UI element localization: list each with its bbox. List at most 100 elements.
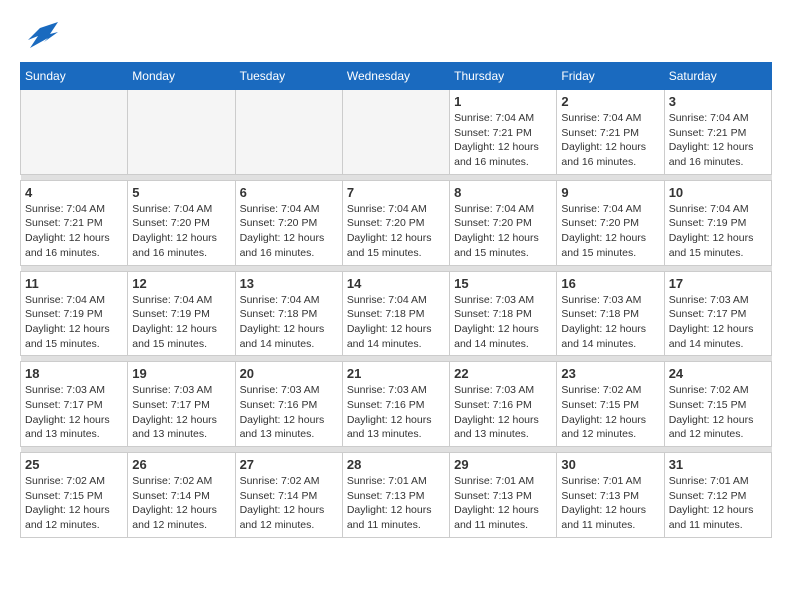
day-info: Sunrise: 7:03 AM Sunset: 7:16 PM Dayligh…: [347, 383, 445, 442]
table-row: 23 Sunrise: 7:02 AM Sunset: 7:15 PM Dayli…: [557, 362, 664, 447]
day-info: Sunrise: 7:04 AM Sunset: 7:21 PM Dayligh…: [454, 111, 552, 170]
day-number: 12: [132, 276, 230, 291]
day-number: 5: [132, 185, 230, 200]
day-info: Sunrise: 7:04 AM Sunset: 7:19 PM Dayligh…: [25, 293, 123, 352]
logo-icon: [20, 20, 62, 52]
day-number: 30: [561, 457, 659, 472]
day-info: Sunrise: 7:04 AM Sunset: 7:19 PM Dayligh…: [669, 202, 767, 261]
day-number: 14: [347, 276, 445, 291]
calendar-week-row: 25 Sunrise: 7:02 AM Sunset: 7:15 PM Dayli…: [21, 453, 772, 538]
day-info: Sunrise: 7:03 AM Sunset: 7:16 PM Dayligh…: [240, 383, 338, 442]
day-number: 1: [454, 94, 552, 109]
day-info: Sunrise: 7:04 AM Sunset: 7:21 PM Dayligh…: [669, 111, 767, 170]
table-row: [235, 90, 342, 175]
day-number: 17: [669, 276, 767, 291]
table-row: 12Sunrise: 7:04 AM Sunset: 7:19 PM Dayli…: [128, 271, 235, 356]
day-number: 18: [25, 366, 123, 381]
day-number: 29: [454, 457, 552, 472]
day-info: Sunrise: 7:04 AM Sunset: 7:20 PM Dayligh…: [561, 202, 659, 261]
table-row: 28Sunrise: 7:01 AM Sunset: 7:13 PM Dayli…: [342, 453, 449, 538]
day-number: 2: [561, 94, 659, 109]
day-number: 26: [132, 457, 230, 472]
table-row: 21 Sunrise: 7:03 AM Sunset: 7:16 PM Dayli…: [342, 362, 449, 447]
weekday-header: Tuesday: [235, 63, 342, 90]
day-info: Sunrise: 7:01 AM Sunset: 7:12 PM Dayligh…: [669, 474, 767, 533]
table-row: 1 Sunrise: 7:04 AM Sunset: 7:21 PM Daylig…: [450, 90, 557, 175]
day-info: Sunrise: 7:04 AM Sunset: 7:20 PM Dayligh…: [240, 202, 338, 261]
table-row: 24Sunrise: 7:02 AM Sunset: 7:15 PM Dayli…: [664, 362, 771, 447]
table-row: 25 Sunrise: 7:02 AM Sunset: 7:15 PM Dayli…: [21, 453, 128, 538]
calendar-header-row: SundayMondayTuesdayWednesdayThursdayFrid…: [21, 63, 772, 90]
table-row: 19 Sunrise: 7:03 AM Sunset: 7:17 PM Dayli…: [128, 362, 235, 447]
day-info: Sunrise: 7:04 AM Sunset: 7:20 PM Dayligh…: [347, 202, 445, 261]
day-number: 24: [669, 366, 767, 381]
table-row: 16 Sunrise: 7:03 AM Sunset: 7:18 PM Dayli…: [557, 271, 664, 356]
day-info: Sunrise: 7:01 AM Sunset: 7:13 PM Dayligh…: [347, 474, 445, 533]
table-row: [128, 90, 235, 175]
day-number: 6: [240, 185, 338, 200]
day-number: 19: [132, 366, 230, 381]
day-info: Sunrise: 7:03 AM Sunset: 7:18 PM Dayligh…: [561, 293, 659, 352]
day-number: 22: [454, 366, 552, 381]
day-info: Sunrise: 7:04 AM Sunset: 7:20 PM Dayligh…: [132, 202, 230, 261]
day-info: Sunrise: 7:02 AM Sunset: 7:14 PM Dayligh…: [132, 474, 230, 533]
table-row: 4 Sunrise: 7:04 AM Sunset: 7:21 PM Daylig…: [21, 180, 128, 265]
day-info: Sunrise: 7:03 AM Sunset: 7:17 PM Dayligh…: [669, 293, 767, 352]
day-number: 11: [25, 276, 123, 291]
day-number: 25: [25, 457, 123, 472]
table-row: 7 Sunrise: 7:04 AM Sunset: 7:20 PM Daylig…: [342, 180, 449, 265]
day-info: Sunrise: 7:03 AM Sunset: 7:17 PM Dayligh…: [132, 383, 230, 442]
day-number: 21: [347, 366, 445, 381]
day-number: 16: [561, 276, 659, 291]
day-number: 7: [347, 185, 445, 200]
calendar-week-row: 18 Sunrise: 7:03 AM Sunset: 7:17 PM Dayli…: [21, 362, 772, 447]
day-info: Sunrise: 7:04 AM Sunset: 7:18 PM Dayligh…: [240, 293, 338, 352]
day-info: Sunrise: 7:04 AM Sunset: 7:20 PM Dayligh…: [454, 202, 552, 261]
table-row: 22 Sunrise: 7:03 AM Sunset: 7:16 PM Dayli…: [450, 362, 557, 447]
table-row: 9Sunrise: 7:04 AM Sunset: 7:20 PM Daylig…: [557, 180, 664, 265]
table-row: 20Sunrise: 7:03 AM Sunset: 7:16 PM Dayli…: [235, 362, 342, 447]
day-info: Sunrise: 7:02 AM Sunset: 7:15 PM Dayligh…: [561, 383, 659, 442]
day-info: Sunrise: 7:02 AM Sunset: 7:15 PM Dayligh…: [25, 474, 123, 533]
day-number: 15: [454, 276, 552, 291]
weekday-header: Monday: [128, 63, 235, 90]
table-row: 5 Sunrise: 7:04 AM Sunset: 7:20 PM Daylig…: [128, 180, 235, 265]
day-info: Sunrise: 7:04 AM Sunset: 7:18 PM Dayligh…: [347, 293, 445, 352]
table-row: 18 Sunrise: 7:03 AM Sunset: 7:17 PM Dayli…: [21, 362, 128, 447]
calendar-week-row: 1 Sunrise: 7:04 AM Sunset: 7:21 PM Daylig…: [21, 90, 772, 175]
day-number: 23: [561, 366, 659, 381]
day-info: Sunrise: 7:03 AM Sunset: 7:18 PM Dayligh…: [454, 293, 552, 352]
logo: [20, 20, 64, 52]
table-row: 15 Sunrise: 7:03 AM Sunset: 7:18 PM Dayli…: [450, 271, 557, 356]
day-number: 10: [669, 185, 767, 200]
calendar: SundayMondayTuesdayWednesdayThursdayFrid…: [20, 62, 772, 538]
table-row: 11 Sunrise: 7:04 AM Sunset: 7:19 PM Dayli…: [21, 271, 128, 356]
weekday-header: Thursday: [450, 63, 557, 90]
weekday-header: Sunday: [21, 63, 128, 90]
table-row: 29 Sunrise: 7:01 AM Sunset: 7:13 PM Dayli…: [450, 453, 557, 538]
table-row: 13 Sunrise: 7:04 AM Sunset: 7:18 PM Dayli…: [235, 271, 342, 356]
day-number: 4: [25, 185, 123, 200]
table-row: 14 Sunrise: 7:04 AM Sunset: 7:18 PM Dayli…: [342, 271, 449, 356]
weekday-header: Saturday: [664, 63, 771, 90]
table-row: 10 Sunrise: 7:04 AM Sunset: 7:19 PM Dayli…: [664, 180, 771, 265]
weekday-header: Wednesday: [342, 63, 449, 90]
day-info: Sunrise: 7:01 AM Sunset: 7:13 PM Dayligh…: [561, 474, 659, 533]
table-row: 6 Sunrise: 7:04 AM Sunset: 7:20 PM Daylig…: [235, 180, 342, 265]
day-number: 27: [240, 457, 338, 472]
day-number: 8: [454, 185, 552, 200]
day-info: Sunrise: 7:04 AM Sunset: 7:21 PM Dayligh…: [25, 202, 123, 261]
table-row: 27 Sunrise: 7:02 AM Sunset: 7:14 PM Dayli…: [235, 453, 342, 538]
day-number: 13: [240, 276, 338, 291]
table-row: 3Sunrise: 7:04 AM Sunset: 7:21 PM Daylig…: [664, 90, 771, 175]
table-row: 26 Sunrise: 7:02 AM Sunset: 7:14 PM Dayli…: [128, 453, 235, 538]
day-number: 31: [669, 457, 767, 472]
table-row: 17 Sunrise: 7:03 AM Sunset: 7:17 PM Dayli…: [664, 271, 771, 356]
weekday-header: Friday: [557, 63, 664, 90]
table-row: [342, 90, 449, 175]
day-info: Sunrise: 7:03 AM Sunset: 7:16 PM Dayligh…: [454, 383, 552, 442]
table-row: 31 Sunrise: 7:01 AM Sunset: 7:12 PM Dayli…: [664, 453, 771, 538]
day-info: Sunrise: 7:02 AM Sunset: 7:14 PM Dayligh…: [240, 474, 338, 533]
day-info: Sunrise: 7:01 AM Sunset: 7:13 PM Dayligh…: [454, 474, 552, 533]
day-info: Sunrise: 7:03 AM Sunset: 7:17 PM Dayligh…: [25, 383, 123, 442]
